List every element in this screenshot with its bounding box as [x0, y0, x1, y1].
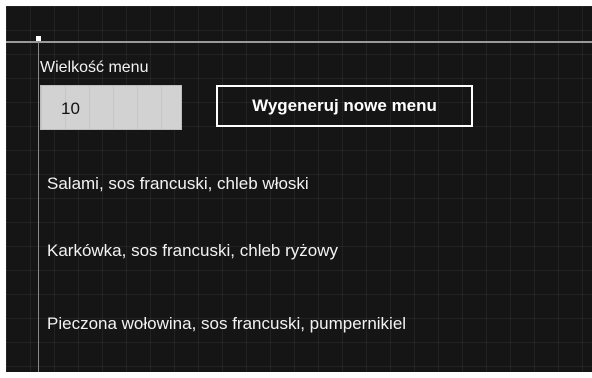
horizontal-guide-line — [6, 41, 592, 43]
designer-canvas: Wielkość menu 10 Wygeneruj nowe menu Sal… — [6, 6, 592, 372]
menu-item: Karkówka, sos francuski, chleb ryżowy — [47, 241, 338, 260]
menu-item: Salami, sos francuski, chleb włoski — [47, 174, 309, 193]
guide-corner-marker[interactable] — [36, 36, 41, 41]
menu-item: Pieczona wołowina, sos francuski, pumper… — [47, 314, 407, 333]
menu-size-input[interactable]: 10 — [40, 85, 182, 130]
vertical-guide-line — [38, 37, 39, 372]
generate-menu-button[interactable]: Wygeneruj nowe menu — [216, 85, 473, 127]
menu-size-label: Wielkość menu — [40, 59, 149, 76]
